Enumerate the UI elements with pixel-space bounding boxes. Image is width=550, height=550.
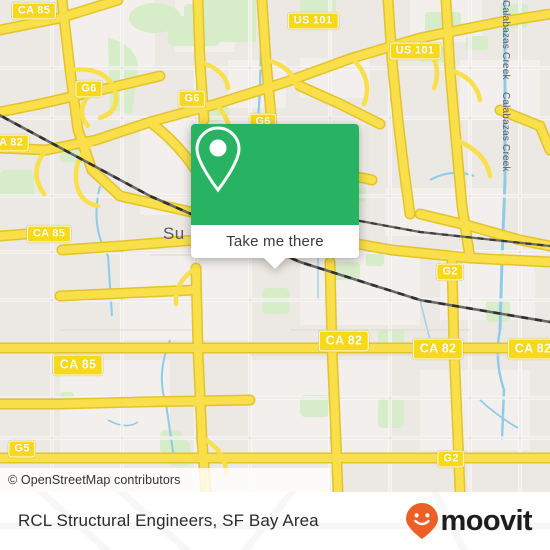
route-shield-ca-85-south[interactable]: CA 85 — [52, 354, 104, 376]
route-shield-ca-82-left[interactable]: CA 82 — [0, 134, 30, 152]
map-canvas[interactable]: Su Calabazas Creek Calabazas Creek CA 85… — [0, 0, 550, 492]
city-label-sunnyvale: Su — [163, 224, 185, 243]
place-title: RCL Structural Engineers, SF Bay Area — [18, 511, 319, 530]
popup-action-bar[interactable]: Take me there — [191, 225, 359, 258]
footer-bar: RCL Structural Engineers, SF Bay Area mo… — [0, 492, 550, 550]
route-shield-ca-85-mid[interactable]: CA 85 — [26, 225, 72, 243]
destination-popup-card[interactable]: Take me there — [191, 124, 359, 269]
route-shield-ca-85-north[interactable]: CA 85 — [11, 2, 57, 20]
moovit-smiley-pin-icon — [405, 503, 438, 539]
attribution-text: © OpenStreetMap contributors — [8, 473, 181, 487]
map-screenshot: Su Calabazas Creek Calabazas Creek CA 85… — [0, 0, 550, 550]
route-shield-ca-82-c[interactable]: CA 82 — [507, 338, 550, 360]
moovit-wordmark: moovit — [440, 504, 533, 537]
route-shield-us-101-west[interactable]: US 101 — [287, 12, 339, 30]
route-shield-g5[interactable]: G5 — [8, 440, 36, 458]
route-shield-g2-upper[interactable]: G2 — [436, 263, 464, 281]
route-shield-g6-mid[interactable]: G6 — [178, 90, 206, 108]
map-attribution[interactable]: © OpenStreetMap contributors — [0, 468, 330, 492]
water-label-calabazas-creek-1: Calabazas Creek — [500, 0, 511, 80]
popup-tail — [264, 258, 286, 269]
water-label-calabazas-creek-2: Calabazas Creek — [500, 92, 511, 172]
route-shield-us-101-east[interactable]: US 101 — [389, 42, 441, 60]
location-pin-icon — [195, 126, 241, 193]
moovit-logo[interactable]: moovit — [405, 502, 533, 540]
popup-pin-area — [191, 124, 359, 225]
route-shield-ca-82-a[interactable]: CA 82 — [318, 330, 370, 352]
route-shield-ca-82-b[interactable]: CA 82 — [412, 338, 464, 360]
take-me-there-label: Take me there — [226, 233, 324, 250]
route-shield-g6-west[interactable]: G6 — [75, 80, 103, 98]
route-shield-g2-lower[interactable]: G2 — [437, 450, 465, 468]
